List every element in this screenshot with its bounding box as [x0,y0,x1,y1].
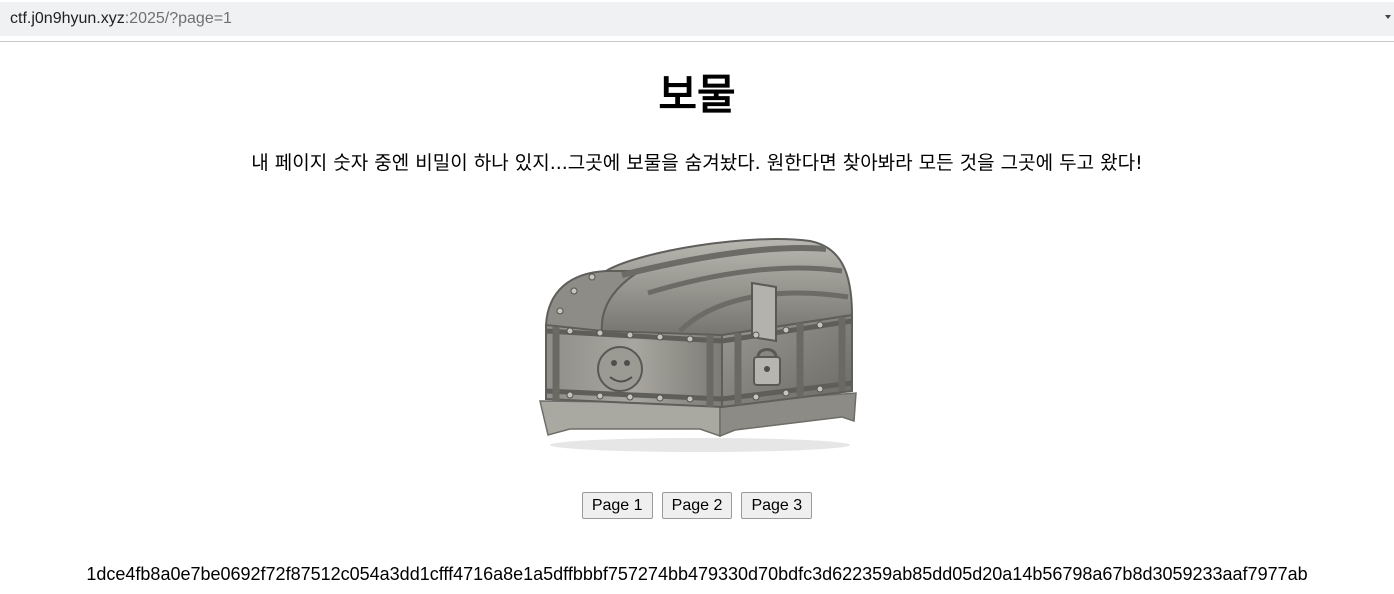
page-content: 보물 내 페이지 숫자 중엔 비밀이 하나 있지...그곳에 보물을 숨겨놨다.… [0,43,1394,594]
url-host: ctf.j0n9hyun.xyz [10,10,125,27]
hash-text: 1dce4fb8a0e7be0692f72f87512c054a3dd1cfff… [86,564,1308,584]
page-2-button[interactable]: Page 2 [661,492,733,519]
treasure-chest-icon [539,238,857,452]
chevron-down-icon[interactable] [1385,15,1391,19]
url-path: :2025/?page=1 [124,10,232,27]
page-title: 보물 [658,70,736,119]
page-3-button[interactable]: Page 3 [741,492,813,519]
browser-address-bar: ctf.j0n9hyun.xyz:2025/?page=1 [0,0,1394,42]
intro-text: 내 페이지 숫자 중엔 비밀이 하나 있지...그곳에 보물을 숨겨놨다. 원한… [251,152,1143,174]
page-1-button[interactable]: Page 1 [581,492,653,519]
url-field[interactable]: ctf.j0n9hyun.xyz:2025/?page=1 [0,2,1394,36]
pagination: Page 1 Page 2 Page 3 [0,492,1394,519]
